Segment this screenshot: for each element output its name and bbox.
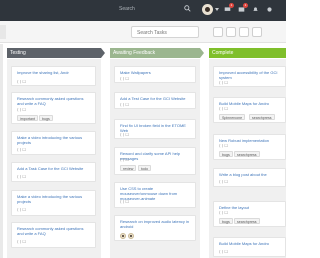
task-title[interactable]: Improved accessibility of the GCI system xyxy=(219,70,281,80)
task-title[interactable]: Research commonly asked questions and wr… xyxy=(17,226,91,236)
task-tag[interactable]: bugs xyxy=(219,151,233,157)
task-card[interactable]: Research commonly asked questions and wr… xyxy=(11,92,96,124)
task-card[interactable]: New Robust implementation ⟨ ⟩ ☐ bugs sea… xyxy=(213,134,286,160)
user-avatar[interactable] xyxy=(202,4,213,15)
task-title[interactable]: Build Mobile Maps for Andro xyxy=(219,241,281,246)
task-card[interactable]: Reword and clarify some API help message… xyxy=(114,147,196,175)
column-header-testing: Testing xyxy=(7,48,101,58)
column-complete: Improved accessibility of the GCI system… xyxy=(209,59,286,258)
task-icons: ⟨ ⟩ ☐ xyxy=(120,76,129,81)
task-tag[interactable]: review xyxy=(120,165,137,171)
column-awaiting-feedback: Make Wallpapers ⟨ ⟩ ☐ Add a Test Case fo… xyxy=(110,59,200,258)
task-tag[interactable]: todo xyxy=(138,165,151,171)
options-button[interactable] xyxy=(252,27,262,37)
column-testing: Improve the sharing list, Andr ⟨ ⟩ ☐ Res… xyxy=(7,59,101,258)
task-tag[interactable]: searchpress xyxy=(234,218,260,224)
task-title[interactable]: New Robust implementation xyxy=(219,138,281,143)
task-card[interactable]: Define the layout ⟨ ⟩ ☐ bugs searchpress xyxy=(213,201,286,227)
assignee-avatar[interactable] xyxy=(120,233,126,239)
task-card[interactable]: Improved accessibility of the GCI system… xyxy=(213,66,286,87)
task-title[interactable]: Find fix UI broken field in the ETOME We… xyxy=(120,123,191,133)
task-icons: ⟨ ⟩ ☐ xyxy=(219,249,228,254)
task-card[interactable]: Find fix UI broken field in the ETOME We… xyxy=(114,119,196,139)
task-icons: ⟨ ⟩ ☐ xyxy=(219,80,228,85)
column-arrow xyxy=(101,48,105,58)
task-tag[interactable]: searchpress xyxy=(234,151,260,157)
board-toolbar xyxy=(0,21,286,43)
task-card[interactable]: Improve the sharing list, Andr ⟨ ⟩ ☐ xyxy=(11,66,96,86)
user-menu-caret-icon[interactable] xyxy=(215,8,219,11)
task-card[interactable]: Make Wallpapers ⟨ ⟩ ☐ xyxy=(114,66,196,83)
task-title[interactable]: Add a Test Case for the GCI Website xyxy=(120,96,191,101)
sort-button[interactable] xyxy=(239,27,249,37)
chat-badge: 1 xyxy=(229,3,234,8)
task-title[interactable]: Build Mobile Maps for Andro xyxy=(219,101,281,106)
search-icon[interactable] xyxy=(184,5,191,12)
task-card[interactable]: Add a Test Case for the GCI Website ⟨ ⟩ … xyxy=(114,92,196,109)
task-card[interactable]: Make a video introducing the various pro… xyxy=(11,190,96,216)
task-card[interactable]: Use CSS to create mouseover/onmouse down… xyxy=(114,182,196,208)
task-icons: ⟨ ⟩ ☐ xyxy=(17,147,26,152)
task-card[interactable]: Research commonly asked questions and wr… xyxy=(11,222,96,248)
task-icons: ⟨ ⟩ ☐ xyxy=(219,179,228,184)
task-title[interactable]: Write a blog post about the xyxy=(219,172,281,177)
task-icons: ⟨ ⟩ ☐ xyxy=(219,106,228,111)
task-icons: ⟨ ⟩ ☐ xyxy=(17,79,26,84)
task-card[interactable]: Build Mobile Maps for Andro ⟨ ⟩ ☐ Spinne… xyxy=(213,97,286,123)
task-tag[interactable]: bugs xyxy=(39,115,53,121)
mail-badge: 1 xyxy=(243,3,248,8)
task-card[interactable]: Build Mobile Maps for Andro ⟨ ⟩ ☐ xyxy=(213,237,286,257)
task-tag[interactable]: Spinnercone xyxy=(219,114,246,120)
task-search-input[interactable] xyxy=(137,28,193,37)
task-title[interactable]: Use CSS to create mouseover/onmouse down… xyxy=(120,186,191,201)
task-icons: ⟨ ⟩ ☐ xyxy=(17,207,26,212)
task-tag[interactable]: bugs xyxy=(219,218,233,224)
task-tag[interactable]: searchpress xyxy=(249,114,275,120)
task-card[interactable]: Make a video introducing the various pro… xyxy=(11,131,96,155)
task-icons: ⟨ ⟩ ☐ xyxy=(120,132,129,137)
task-title[interactable]: Make a video introducing the various pro… xyxy=(17,194,91,204)
assignee-avatar[interactable] xyxy=(128,233,134,239)
task-title[interactable]: Make a video introducing the various pro… xyxy=(17,135,91,145)
column-header-awaiting-feedback: Awaiting Feedback xyxy=(110,48,200,58)
task-card[interactable]: Write a blog post about the ⟨ ⟩ ☐ xyxy=(213,168,286,187)
task-icons: ⟨ ⟩ ☐ xyxy=(120,102,129,107)
view-button[interactable] xyxy=(226,27,236,37)
task-title[interactable]: Make Wallpapers xyxy=(120,70,191,75)
filter-button[interactable] xyxy=(213,27,223,37)
task-title[interactable]: Research commonly asked questions and wr… xyxy=(17,96,91,106)
task-title[interactable]: Improve the sharing list, Andr xyxy=(17,70,91,75)
task-icons: ⟨ ⟩ ☐ xyxy=(219,210,228,215)
bell-icon[interactable] xyxy=(252,6,259,13)
column-header-complete: Complete xyxy=(209,48,286,58)
task-title[interactable]: Research on improved audio latency in an… xyxy=(120,219,191,229)
top-navbar: Search 1 1 xyxy=(0,0,286,21)
task-card[interactable]: Add a Task Case for the GCI Website ⟨ ⟩ … xyxy=(11,162,96,182)
task-icons: ⟨ ⟩ ☐ xyxy=(17,107,26,112)
task-icons: ⟨ ⟩ ☐ xyxy=(120,199,129,204)
task-icons: ⟨ ⟩ ☐ xyxy=(17,239,26,244)
global-search-label: Search xyxy=(119,6,135,12)
column-arrow xyxy=(200,48,204,58)
task-tag[interactable]: important xyxy=(17,115,38,121)
settings-icon[interactable] xyxy=(266,6,273,13)
task-title[interactable]: Reword and clarify some API help message… xyxy=(120,151,191,161)
task-title[interactable]: Define the layout xyxy=(219,205,281,210)
task-title[interactable]: Add a Task Case for the GCI Website xyxy=(17,166,91,171)
task-icons: ⟨ ⟩ ☐ xyxy=(120,157,129,162)
task-card[interactable]: Research on improved audio latency in an… xyxy=(114,215,196,241)
task-icons: ⟨ ⟩ ☐ xyxy=(17,174,26,179)
global-search-input[interactable]: Search xyxy=(113,5,193,16)
toolbar-left-edge xyxy=(0,25,6,39)
task-icons: ⟨ ⟩ ☐ xyxy=(219,143,228,148)
left-sidebar-edge xyxy=(0,44,3,258)
task-search-box[interactable] xyxy=(131,26,199,38)
